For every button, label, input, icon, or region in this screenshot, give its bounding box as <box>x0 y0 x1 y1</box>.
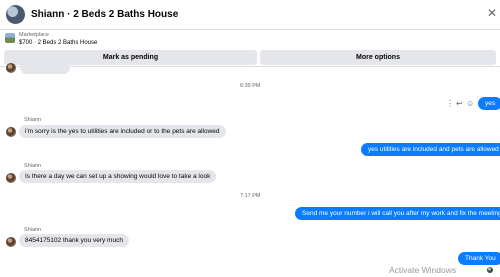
message-bubble-outgoing[interactable]: yes utilities are included and pets are … <box>361 143 500 156</box>
sender-name: Shiann <box>24 163 42 169</box>
message-bubble-outgoing[interactable]: Send me your number i will call you afte… <box>295 207 500 220</box>
timestamp: 7:17 PM <box>240 193 261 199</box>
more-options-button[interactable]: More options <box>260 50 496 65</box>
sender-name: Shiann <box>24 117 42 123</box>
message-bubble-incoming[interactable]: i'm sorry is the yes to utilities are in… <box>19 125 226 138</box>
avatar <box>6 127 16 137</box>
message-bubble-incoming[interactable]: Is there a day we can set up a showing w… <box>19 170 217 183</box>
marketplace-listing[interactable]: Marketplace $700 · 2 Beds 2 Baths House <box>0 30 500 50</box>
chat-header: Shiann · 2 Beds 2 Baths House ✕ <box>0 0 500 30</box>
sender-name: Shiann <box>24 227 42 233</box>
seen-avatar <box>487 267 493 273</box>
message-bubble-outgoing[interactable]: Thank You <box>458 252 500 265</box>
marketplace-label: Marketplace <box>19 32 49 38</box>
avatar <box>6 63 16 73</box>
close-icon[interactable]: ✕ <box>487 6 497 20</box>
message-thread: 6:39 PM ⋮ ↩ ☺ yes Shiann i'm sorry is th… <box>0 61 500 277</box>
avatar <box>6 173 16 183</box>
more-icon[interactable]: ⋮ <box>446 100 454 108</box>
timestamp: 6:39 PM <box>240 83 261 89</box>
message-bubble-outgoing[interactable]: yes <box>478 97 500 110</box>
reply-icon[interactable]: ↩ <box>456 100 463 108</box>
conversation-title[interactable]: Shiann · 2 Beds 2 Baths House <box>31 9 178 20</box>
activate-windows-watermark: Activate Windows <box>389 265 457 275</box>
message-bubble-incoming[interactable] <box>20 61 70 74</box>
message-bubble-incoming[interactable]: 8454175102 thank you very much <box>19 234 129 247</box>
react-icon[interactable]: ☺ <box>466 100 474 108</box>
listing-summary: $700 · 2 Beds 2 Baths House <box>19 40 98 46</box>
avatar[interactable] <box>6 5 25 24</box>
listing-thumbnail <box>5 33 15 43</box>
avatar <box>6 237 16 247</box>
